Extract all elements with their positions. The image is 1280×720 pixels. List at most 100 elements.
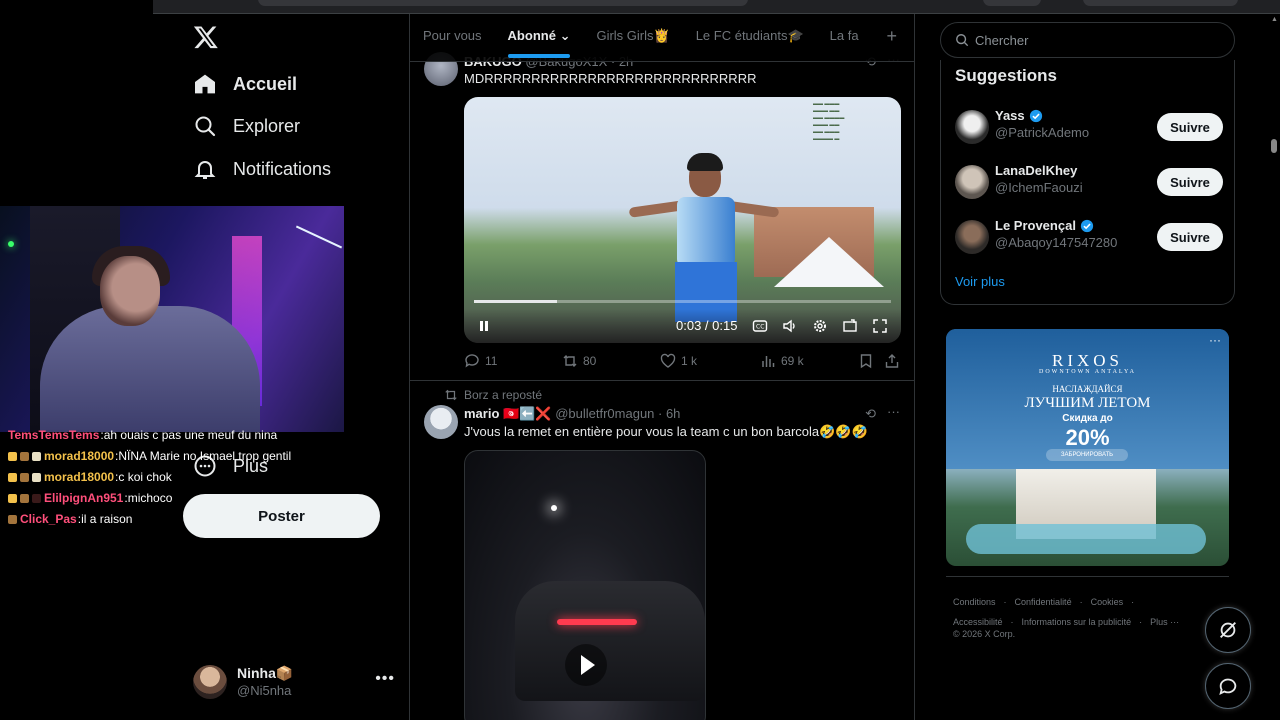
see-more-link[interactable]: Voir plus [955, 274, 1005, 289]
footer-link[interactable]: Confidentialité [1015, 597, 1072, 607]
reply-button[interactable]: 11 [464, 353, 497, 369]
webcam-light [8, 241, 14, 247]
search-input[interactable] [975, 32, 1215, 48]
chat-badge-icon [32, 494, 41, 503]
footer-link[interactable]: Conditions [953, 597, 996, 607]
picture-in-picture-icon[interactable] [842, 318, 858, 334]
timeline-tabs: Pour vous Abonné ⌄ Girls Girls👸 Le FC ét… [410, 14, 914, 62]
tweet-divider [410, 380, 914, 381]
avatar[interactable] [424, 405, 458, 439]
captions-icon[interactable]: CC [752, 318, 768, 334]
promoted-ad[interactable]: ··· RIXOS DOWNTOWN ANTALYA НАСЛАЖДАЙСЯ Л… [946, 329, 1229, 566]
share-icon[interactable] [884, 353, 900, 369]
ad-sub: DOWNTOWN ANTALYA [1039, 369, 1136, 375]
chat-username: TemsTemsTems [8, 428, 100, 442]
pause-icon[interactable] [476, 318, 492, 334]
footer-link[interactable]: Plus ··· [1150, 617, 1179, 627]
suggestion-name: Le Provençal [995, 218, 1076, 233]
tweet-video[interactable]: ▬▬ ▬▬▬ ▬▬▬ ▬▬ ▬▬ ▬▬▬▬ ▬▬▬ ▬▬ ▬▬ ▬▬▬ ▬▬▬▬ ▬ 0:… [464, 97, 901, 343]
ad-line: Скидка до [1062, 413, 1113, 424]
nav-explore[interactable]: Explorer [193, 106, 300, 146]
verified-badge-icon [1080, 219, 1094, 232]
streamer-face [100, 256, 160, 326]
chat-line: morad18000: NÏNA Marie no Ismael trop gen… [8, 446, 338, 467]
fullscreen-icon[interactable] [872, 318, 888, 334]
grok-button[interactable] [1205, 607, 1251, 653]
ad-cta[interactable]: ЗАБРОНИРОВАТЬ [1046, 449, 1128, 461]
repost-label: Borz a reposté [464, 388, 543, 402]
bell-icon [194, 161, 216, 179]
footer-link[interactable]: Informations sur la publicité [1022, 617, 1132, 627]
follow-button[interactable]: Suivre [1157, 113, 1223, 141]
gift-badge-icon [20, 473, 29, 482]
nav-explore-label: Explorer [233, 115, 301, 136]
x-logo-icon[interactable] [193, 24, 219, 50]
message-bubble-icon [1219, 678, 1237, 696]
video-subject [687, 153, 723, 171]
suggestion-item[interactable]: Yass @PatrickAdemo Suivre [955, 108, 1223, 148]
suggestion-handle: @PatrickAdemo [995, 125, 1090, 140]
video-progress-fill [474, 300, 558, 303]
chat-message: NÏNA Marie no Ismael trop gentil [118, 449, 292, 463]
verified-badge-icon [1029, 109, 1042, 122]
scrollbar-thumb[interactable] [1271, 139, 1277, 153]
tab-list-more[interactable]: La fa [830, 14, 859, 62]
nav-notifications[interactable]: Notifications [193, 149, 331, 189]
messages-button[interactable] [1205, 663, 1251, 709]
repost-icon [445, 389, 457, 401]
repost-button[interactable]: 80 [562, 353, 596, 369]
ad-brand: RIXOS [1051, 351, 1123, 370]
avatar [193, 665, 227, 699]
footer-link[interactable]: Cookies [1091, 597, 1124, 607]
home-icon [195, 74, 215, 94]
sub-badge-icon [8, 494, 17, 503]
volume-icon[interactable] [782, 318, 798, 334]
tweet-handle: @bulletfr0magun · 6h [555, 406, 681, 421]
chat-username: ElilpignAn951 [44, 491, 124, 505]
nav-home[interactable]: Accueil [193, 64, 297, 104]
like-button[interactable]: 1 k [660, 353, 697, 369]
tab-following-label: Abonné [507, 27, 556, 43]
grok-icon [1220, 622, 1236, 638]
repost-indicator[interactable]: Borz a reposté [444, 388, 542, 402]
tab-list-girls[interactable]: Girls Girls👸 [596, 14, 669, 62]
tab-for-you[interactable]: Pour vous [423, 14, 482, 62]
footer-separator: · [1003, 597, 1007, 607]
video-progress-bar[interactable] [474, 300, 891, 303]
account-switcher[interactable]: Ninha📦 @Ni5nha ••• [193, 664, 395, 700]
gift-badge-icon [20, 494, 29, 503]
chat-message: ah ouais c pas une meuf du nina [103, 428, 278, 442]
follow-button[interactable]: Suivre [1157, 168, 1223, 196]
views-count: 69 k [781, 354, 804, 368]
suggestion-item[interactable]: LanaDelKhey @IchemFaouzi Suivre [955, 163, 1223, 203]
divider [946, 576, 1229, 577]
avatar [955, 165, 989, 199]
chat-badge-icon [32, 452, 41, 461]
settings-gear-icon[interactable] [812, 318, 828, 334]
views-button[interactable]: 69 k [760, 353, 804, 369]
chat-badge-icon [32, 473, 41, 482]
chat-line: ElilpignAn951: michoco [8, 488, 338, 509]
tab-list-fc[interactable]: Le FC étudiants🎓 [696, 14, 804, 62]
timeline[interactable]: Pour vous Abonné ⌄ Girls Girls👸 Le FC ét… [409, 14, 915, 720]
webcam-neon-light [295, 225, 343, 249]
grok-icon[interactable]: ⟲ [865, 406, 876, 422]
suggestion-item[interactable]: Le Provençal @Abaqoy147547280 Suivre [955, 218, 1223, 258]
browser-button-edge [983, 0, 1041, 6]
add-tab-icon[interactable]: + [886, 26, 897, 47]
tweet-author[interactable]: mario 🇹🇳⬅️❌ @bulletfr0magun · 6h [464, 406, 680, 422]
follow-button[interactable]: Suivre [1157, 223, 1223, 251]
more-dots-icon[interactable]: ··· [887, 404, 900, 419]
play-icon[interactable] [565, 644, 607, 686]
bookmark-icon[interactable] [858, 353, 874, 369]
footer-link[interactable]: Accessibilité [953, 617, 1003, 627]
more-dots-icon[interactable]: ••• [375, 670, 395, 688]
address-bar-edge [258, 0, 748, 6]
sub-badge-icon [8, 452, 17, 461]
tab-following[interactable]: Abonné ⌄ [507, 14, 570, 62]
search-box[interactable] [940, 22, 1235, 58]
scrollbar[interactable] [1268, 14, 1280, 720]
tweet-video[interactable] [464, 450, 706, 720]
more-dots-icon[interactable]: ··· [1209, 333, 1221, 347]
scroll-up-arrow-icon[interactable]: ▲ [1271, 16, 1278, 23]
